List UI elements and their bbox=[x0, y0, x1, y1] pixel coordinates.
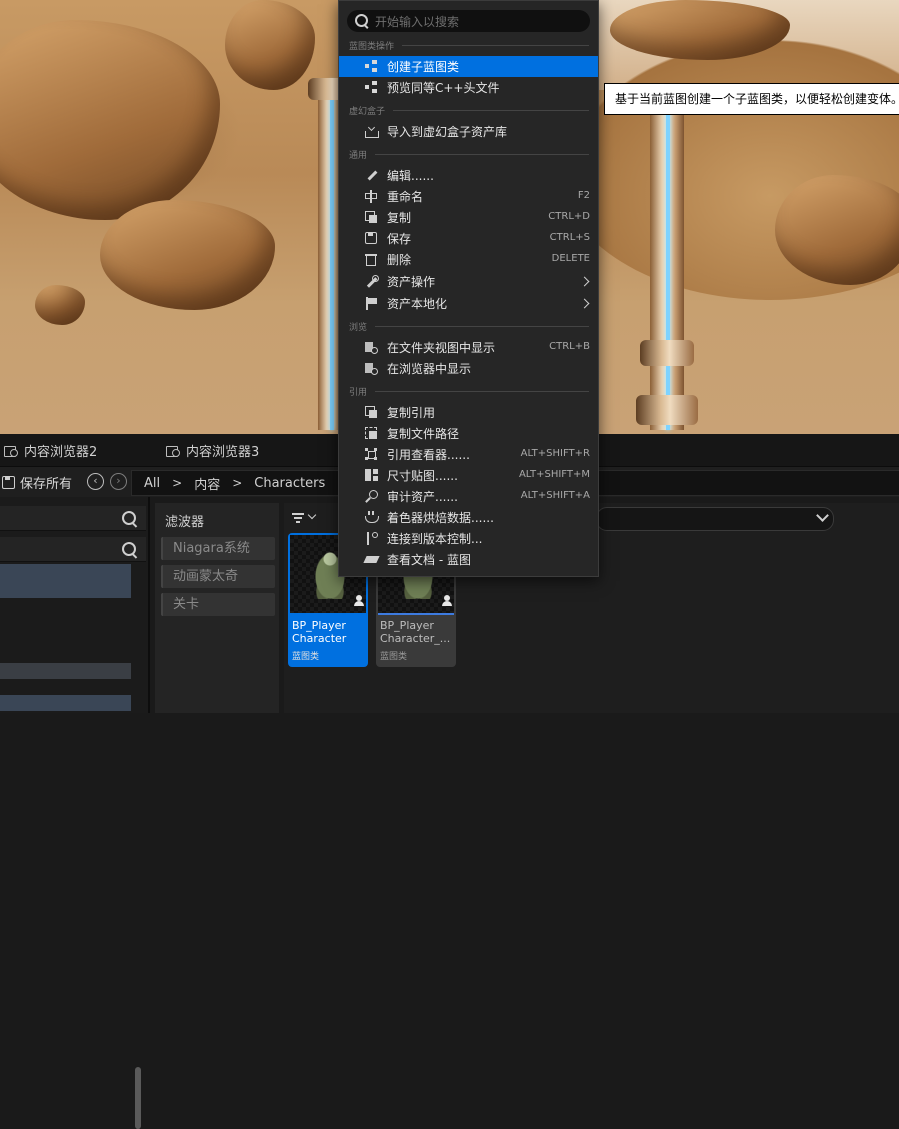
save-icon bbox=[365, 232, 378, 245]
audit-icon bbox=[365, 490, 378, 503]
tab-label: 内容浏览器3 bbox=[186, 444, 260, 460]
documentation-icon bbox=[365, 553, 378, 566]
filters-title: 滤波器 bbox=[165, 515, 205, 530]
menu-item-shader-cook-stats[interactable]: 着色器烘焙数据...... bbox=[339, 507, 598, 528]
filter-chip-niagara[interactable]: Niagara系统 bbox=[161, 537, 275, 560]
menu-item-asset-actions[interactable]: 资产操作 bbox=[339, 271, 598, 292]
menu-item-preview-cpp-header[interactable]: 预览同等C++头文件 bbox=[339, 77, 598, 98]
menu-search-input[interactable] bbox=[373, 12, 577, 32]
filters-panel: 滤波器 Niagara系统 动画蒙太奇 关卡 bbox=[155, 503, 279, 713]
menu-item-audit-assets[interactable]: 审计资产...... ALT+SHIFT+A bbox=[339, 486, 598, 507]
asset-type: 蓝图类 bbox=[292, 652, 320, 662]
chevron-right-icon[interactable]: > bbox=[232, 476, 242, 490]
asset-name: BP_Player Character bbox=[292, 619, 347, 645]
pillar-cap bbox=[636, 395, 698, 425]
flag-icon bbox=[365, 297, 378, 310]
save-all-label: 保存所有 bbox=[20, 476, 73, 492]
menu-item-create-child-blueprint[interactable]: 创建子蓝图类 bbox=[339, 56, 598, 77]
section-header: 浏览 bbox=[349, 320, 589, 333]
chevron-down-icon bbox=[307, 510, 317, 520]
menu-item-reference-viewer[interactable]: 引用查看器...... ALT+SHIFT+R bbox=[339, 444, 598, 465]
breadcrumb-content[interactable]: 内容 bbox=[194, 474, 220, 493]
scrollbar[interactable] bbox=[135, 1067, 141, 1129]
search-icon[interactable] bbox=[122, 542, 136, 556]
pillar-cap bbox=[640, 340, 694, 366]
search-icon[interactable] bbox=[122, 511, 136, 525]
section-header: 引用 bbox=[349, 385, 589, 398]
content-browser-icon bbox=[166, 444, 180, 457]
menu-item-size-map[interactable]: 尺寸贴图...... ALT+SHIFT+M bbox=[339, 465, 598, 486]
section-header: 通用 bbox=[349, 148, 589, 161]
filter-dropdown-button[interactable] bbox=[292, 510, 322, 527]
rename-icon bbox=[365, 190, 378, 203]
rock bbox=[100, 200, 275, 310]
folder-row[interactable] bbox=[0, 695, 131, 711]
filter-chip-level[interactable]: 关卡 bbox=[161, 593, 275, 616]
pawn-icon bbox=[354, 595, 364, 607]
size-map-icon bbox=[365, 469, 378, 482]
menu-item-show-in-explorer[interactable]: 在浏览器中显示 bbox=[339, 358, 598, 379]
tooltip: 基于当前蓝图创建一个子蓝图类，以便轻松创建变体。 bbox=[604, 83, 899, 115]
find-in-explorer-icon bbox=[365, 362, 378, 375]
menu-item-duplicate[interactable]: 复制 CTRL+D bbox=[339, 207, 598, 228]
save-icon bbox=[2, 475, 15, 489]
pawn-icon bbox=[442, 595, 452, 607]
back-arrow-icon[interactable]: ‹ bbox=[87, 473, 104, 490]
content-browser-icon bbox=[4, 444, 18, 457]
pencil-icon bbox=[365, 169, 378, 182]
duplicate-icon bbox=[365, 211, 378, 224]
asset-search-dropdown[interactable] bbox=[596, 507, 834, 531]
menu-item-save[interactable]: 保存 CTRL+S bbox=[339, 228, 598, 249]
tab-label: 内容浏览器2 bbox=[24, 444, 98, 460]
menu-item-rename[interactable]: 重命名 F2 bbox=[339, 186, 598, 207]
reference-viewer-icon bbox=[365, 448, 378, 461]
menu-item-import-to-library[interactable]: 导入到虚幻盒子资产库 bbox=[339, 121, 598, 142]
asset-context-menu: 蓝图类操作 创建子蓝图类 预览同等C++头文件 虚幻盒子 导入到虚幻盒子资产库 … bbox=[338, 0, 599, 577]
breadcrumb-all[interactable]: All bbox=[144, 476, 160, 491]
chevron-right-icon[interactable]: > bbox=[172, 476, 182, 490]
chevron-right-icon bbox=[579, 276, 590, 287]
folder-search-bar[interactable] bbox=[0, 537, 146, 562]
import-icon bbox=[365, 125, 379, 138]
forward-arrow-icon[interactable]: › bbox=[110, 473, 127, 490]
asset-type: 蓝图类 bbox=[380, 652, 408, 662]
pillar bbox=[650, 100, 684, 430]
wrench-icon bbox=[365, 275, 379, 288]
menu-item-asset-localization[interactable]: 资产本地化 bbox=[339, 293, 598, 314]
section-header: 蓝图类操作 bbox=[349, 39, 589, 52]
rock bbox=[35, 285, 85, 325]
tab-content-browser-3[interactable]: 内容浏览器3 bbox=[166, 434, 259, 466]
chevron-right-icon bbox=[579, 298, 590, 309]
copy-reference-icon bbox=[365, 406, 378, 419]
shader-cook-icon bbox=[365, 511, 379, 524]
sources-panel bbox=[0, 497, 150, 1129]
tab-content-browser-2[interactable]: 内容浏览器2 bbox=[4, 434, 97, 466]
blueprint-node-icon bbox=[365, 60, 378, 73]
menu-item-edit[interactable]: 编辑...... bbox=[339, 165, 598, 186]
menu-item-connect-source-control[interactable]: 连接到版本控制... bbox=[339, 528, 598, 549]
cpp-header-icon bbox=[365, 81, 378, 94]
section-header: 虚幻盒子 bbox=[349, 104, 589, 117]
menu-item-delete[interactable]: 删除 DELETE bbox=[339, 249, 598, 270]
selected-folder-row[interactable] bbox=[0, 564, 131, 598]
source-control-icon bbox=[365, 532, 378, 545]
menu-item-show-in-folder-view[interactable]: 在文件夹视图中显示 CTRL+B bbox=[339, 337, 598, 358]
rock bbox=[0, 20, 220, 220]
chevron-down-icon bbox=[816, 509, 829, 522]
save-all-button[interactable]: 保存所有 bbox=[2, 471, 72, 493]
copy-path-icon bbox=[365, 427, 378, 440]
trash-icon bbox=[365, 253, 378, 266]
menu-item-copy-reference[interactable]: 复制引用 bbox=[339, 402, 598, 423]
menu-search-bar[interactable] bbox=[347, 10, 590, 32]
breadcrumb-characters[interactable]: Characters bbox=[254, 476, 325, 491]
rock bbox=[225, 0, 315, 90]
filter-chip-anim-montage[interactable]: 动画蒙太奇 bbox=[161, 565, 275, 588]
search-icon bbox=[355, 14, 368, 27]
find-in-folder-icon bbox=[365, 341, 378, 354]
folder-row[interactable] bbox=[0, 663, 131, 679]
asset-name: BP_Player Character_... bbox=[380, 619, 451, 645]
sources-search-bar[interactable] bbox=[0, 506, 146, 531]
menu-item-view-documentation[interactable]: 查看文档 - 蓝图 bbox=[339, 549, 598, 570]
menu-item-copy-file-path[interactable]: 复制文件路径 bbox=[339, 423, 598, 444]
